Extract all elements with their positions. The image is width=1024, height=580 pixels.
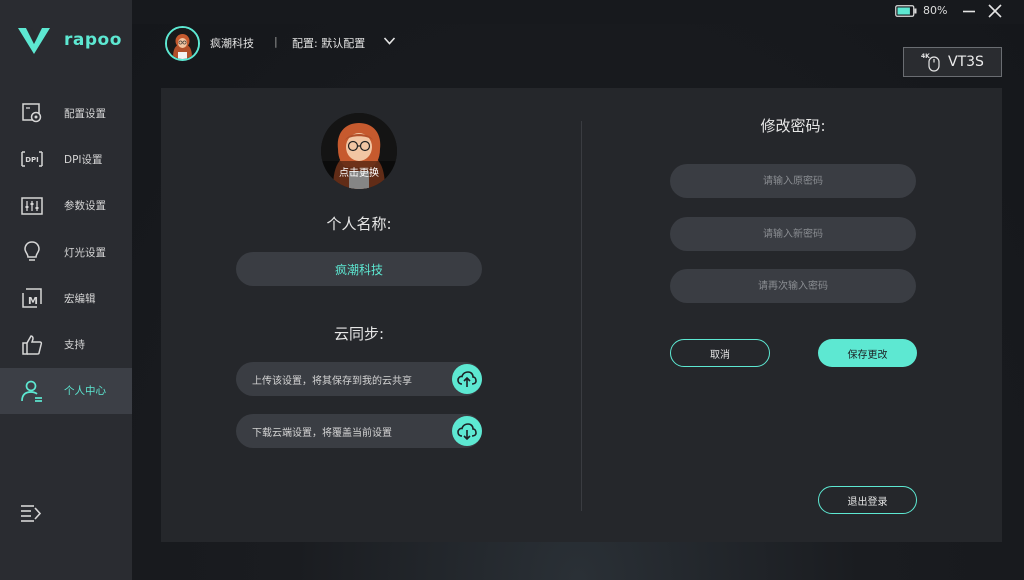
download-settings-text: 下载云端设置，将覆盖当前设置	[252, 427, 392, 439]
sidebar-nav: 配置设置 DPI DPI设置 参数设置 灯光设置 M 宏编辑 支持 个人中心	[0, 90, 132, 415]
macro-icon: M	[22, 288, 42, 309]
sidebar-item-lighting[interactable]: 灯光设置	[0, 229, 132, 275]
dpi-icon: DPI	[21, 151, 43, 168]
collapse-menu-icon[interactable]	[20, 503, 42, 523]
svg-text:DPI: DPI	[25, 156, 39, 164]
download-settings-row: 下载云端设置，将覆盖当前设置	[236, 414, 482, 448]
sidebar-item-label: 配置设置	[64, 107, 106, 120]
device-name: VT3S	[948, 54, 984, 70]
sidebar-item-label: 灯光设置	[64, 246, 106, 259]
profile-name-value: 疯潮科技	[334, 262, 383, 277]
name-section-title: 个人名称:	[326, 215, 392, 233]
sidebar-item-label: 宏编辑	[64, 292, 96, 305]
device-badge[interactable]: 4K VT3S	[903, 47, 1002, 77]
bulb-icon	[24, 241, 40, 261]
new-password-input[interactable]	[670, 217, 916, 251]
config-selector-label[interactable]: 配置: 默认配置	[292, 35, 365, 51]
cloud-upload-icon	[457, 371, 477, 387]
user-icon	[21, 380, 42, 402]
thumbs-up-icon	[22, 334, 43, 355]
sidebar-item-macro[interactable]: M 宏编辑	[0, 275, 132, 321]
save-changes-button[interactable]: 保存更改	[818, 339, 917, 367]
profile-avatar[interactable]: 点击更换	[321, 113, 397, 189]
header-username: 疯潮科技	[210, 37, 254, 50]
upload-cloud-button[interactable]	[452, 364, 482, 394]
upload-settings-row: 上传该设置，将其保存到我的云共享	[236, 362, 482, 396]
cloud-download-icon	[457, 423, 477, 440]
chevron-down-icon[interactable]	[383, 36, 396, 46]
cloud-sync-title: 云同步:	[333, 325, 385, 343]
old-password-input[interactable]	[670, 164, 916, 198]
sidebar-item-profile[interactable]: 个人中心	[0, 367, 132, 415]
rapoo-logo: rapoo	[16, 26, 126, 60]
avatar-image	[167, 28, 198, 59]
panel-divider	[581, 121, 582, 511]
sidebar-item-config[interactable]: 配置设置	[0, 90, 132, 136]
v-logo-icon	[18, 28, 50, 54]
upload-settings-text: 上传该设置，将其保存到我的云共享	[252, 375, 412, 387]
svg-text:M: M	[28, 296, 38, 307]
sidebar-item-label: DPI设置	[64, 153, 103, 166]
header-avatar[interactable]	[165, 26, 200, 61]
mouse-icon	[928, 56, 940, 72]
sliders-icon	[21, 196, 43, 215]
close-icon[interactable]	[988, 4, 1002, 18]
battery-percent: 80%	[923, 4, 948, 17]
download-cloud-button[interactable]	[452, 416, 482, 446]
change-password-title: 修改密码:	[760, 117, 826, 135]
change-avatar-label: 点击更换	[339, 168, 379, 179]
sidebar-item-label: 个人中心	[64, 385, 106, 398]
sidebar: rapoo 配置设置 DPI DPI设置 参数设置 灯光设置 M 宏编辑 支持 …	[0, 0, 132, 580]
sidebar-item-support[interactable]: 支持	[0, 321, 132, 367]
logout-button[interactable]: 退出登录	[818, 486, 917, 514]
sidebar-item-params[interactable]: 参数设置	[0, 183, 132, 229]
minimize-icon[interactable]	[962, 4, 976, 18]
sidebar-item-dpi[interactable]: DPI DPI设置	[0, 136, 132, 182]
battery-icon	[895, 5, 917, 17]
config-icon	[22, 103, 42, 123]
sidebar-item-label: 参数设置	[64, 200, 106, 213]
title-bar: 80%	[132, 0, 1024, 24]
sidebar-item-label: 支持	[64, 339, 85, 352]
confirm-password-input[interactable]	[670, 269, 916, 303]
cancel-button[interactable]: 取消	[670, 339, 770, 367]
profile-name-field[interactable]: 疯潮科技	[236, 252, 482, 286]
brand-name: rapoo	[64, 30, 122, 50]
header-separator: |	[274, 35, 278, 48]
